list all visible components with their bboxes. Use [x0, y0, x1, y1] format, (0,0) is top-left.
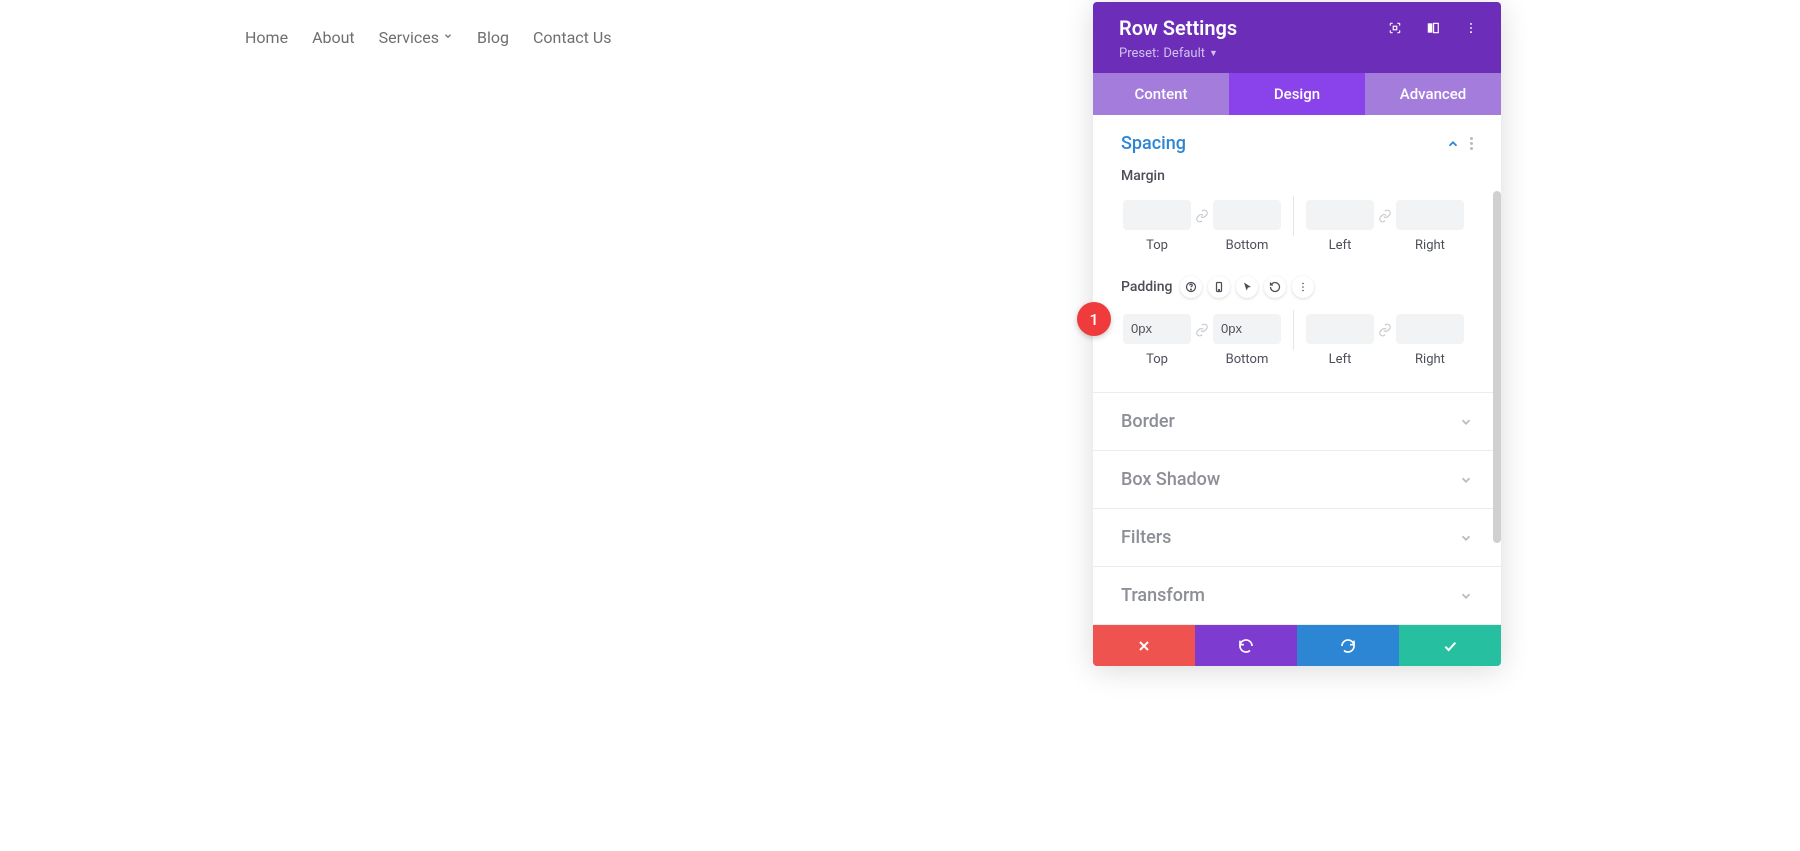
chevron-down-icon	[1459, 589, 1473, 603]
section-spacing-title: Spacing	[1121, 133, 1186, 154]
divider	[1293, 310, 1294, 350]
section-transform-header[interactable]: Transform	[1093, 567, 1501, 624]
preset-value: Default	[1163, 46, 1205, 61]
padding-right-input[interactable]	[1396, 314, 1464, 344]
padding-left-label: Left	[1329, 352, 1352, 367]
margin-right-label: Right	[1415, 238, 1445, 253]
section-filters-title: Filters	[1121, 527, 1171, 548]
panel-title: Row Settings	[1119, 16, 1237, 40]
margin-top-input[interactable]	[1123, 200, 1191, 230]
chevron-up-icon	[1446, 137, 1460, 151]
panel-footer	[1093, 625, 1501, 666]
link-icon[interactable]	[1191, 209, 1213, 243]
margin-right-input[interactable]	[1396, 200, 1464, 230]
padding-bottom-label: Bottom	[1226, 352, 1269, 367]
link-icon[interactable]	[1374, 323, 1396, 357]
expand-icon[interactable]	[1387, 20, 1403, 36]
phone-icon[interactable]	[1208, 276, 1230, 298]
divider	[1293, 196, 1294, 236]
panel-body: Spacing Margin Top	[1093, 115, 1501, 625]
row-settings-panel: Row Settings Preset: Default ▼ Content D…	[1093, 2, 1501, 666]
preset-selector[interactable]: Preset: Default ▼	[1119, 46, 1485, 61]
section-boxshadow-header[interactable]: Box Shadow	[1093, 451, 1501, 508]
snap-left-icon[interactable]	[1425, 20, 1441, 36]
tab-design[interactable]: Design	[1229, 73, 1365, 115]
section-spacing-header[interactable]: Spacing	[1093, 115, 1501, 172]
preset-label: Preset:	[1119, 46, 1159, 61]
section-filters-header[interactable]: Filters	[1093, 509, 1501, 566]
section-transform: Transform	[1093, 567, 1501, 625]
chevron-down-icon	[443, 31, 453, 44]
tab-advanced[interactable]: Advanced	[1365, 73, 1501, 115]
margin-left-input[interactable]	[1306, 200, 1374, 230]
margin-bottom-label: Bottom	[1226, 238, 1269, 253]
panel-header: Row Settings Preset: Default ▼	[1093, 2, 1501, 73]
padding-left-input[interactable]	[1306, 314, 1374, 344]
section-filters: Filters	[1093, 509, 1501, 567]
nav-contact[interactable]: Contact Us	[533, 28, 612, 47]
section-border-title: Border	[1121, 411, 1175, 432]
annotation-badge-1: 1	[1077, 302, 1111, 336]
padding-bottom-input[interactable]	[1213, 314, 1281, 344]
more-icon[interactable]	[1470, 137, 1473, 150]
margin-top-label: Top	[1146, 238, 1168, 253]
more-icon[interactable]	[1292, 276, 1314, 298]
nav-services-label: Services	[379, 28, 439, 47]
link-icon[interactable]	[1191, 323, 1213, 357]
margin-left-label: Left	[1329, 238, 1352, 253]
reset-icon[interactable]	[1264, 276, 1286, 298]
margin-label: Margin	[1121, 168, 1165, 184]
section-boxshadow-title: Box Shadow	[1121, 469, 1220, 490]
section-border-header[interactable]: Border	[1093, 393, 1501, 450]
save-button[interactable]	[1399, 625, 1501, 666]
padding-top-input[interactable]	[1123, 314, 1191, 344]
nav-blog[interactable]: Blog	[477, 28, 509, 47]
padding-label: Padding	[1121, 279, 1172, 295]
help-icon[interactable]	[1180, 276, 1202, 298]
redo-button[interactable]	[1297, 625, 1399, 666]
nav-about[interactable]: About	[312, 28, 355, 47]
link-icon[interactable]	[1374, 209, 1396, 243]
scrollbar[interactable]	[1493, 191, 1501, 543]
padding-right-label: Right	[1415, 352, 1445, 367]
tab-content[interactable]: Content	[1093, 73, 1229, 115]
section-boxshadow: Box Shadow	[1093, 451, 1501, 509]
chevron-down-icon	[1459, 531, 1473, 545]
section-border: Border	[1093, 393, 1501, 451]
caret-down-icon: ▼	[1209, 48, 1218, 59]
hover-icon[interactable]	[1236, 276, 1258, 298]
nav-home[interactable]: Home	[245, 28, 288, 47]
undo-button[interactable]	[1195, 625, 1297, 666]
panel-tabs: Content Design Advanced	[1093, 73, 1501, 115]
site-nav: Home About Services Blog Contact Us	[245, 28, 611, 47]
more-icon[interactable]	[1463, 20, 1479, 36]
nav-services[interactable]: Services	[379, 28, 453, 47]
margin-bottom-input[interactable]	[1213, 200, 1281, 230]
padding-top-label: Top	[1146, 352, 1168, 367]
section-transform-title: Transform	[1121, 585, 1205, 606]
margin-grid: Top Bottom Left	[1121, 196, 1473, 256]
section-spacing: Spacing Margin Top	[1093, 115, 1501, 393]
chevron-down-icon	[1459, 473, 1473, 487]
close-button[interactable]	[1093, 625, 1195, 666]
padding-grid: Top Bottom Left	[1121, 310, 1473, 370]
chevron-down-icon	[1459, 415, 1473, 429]
